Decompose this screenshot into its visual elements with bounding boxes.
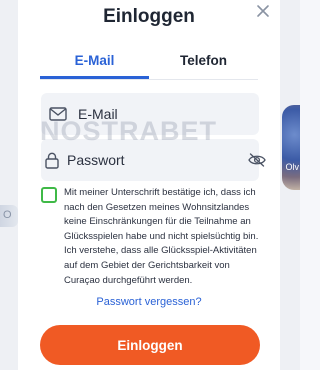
background-card-left: O xyxy=(0,205,18,227)
lock-icon xyxy=(45,152,59,169)
login-button[interactable]: Einloggen xyxy=(40,325,260,365)
background-card-right-label: Olv xyxy=(285,162,300,172)
password-field-container xyxy=(41,139,266,181)
close-icon xyxy=(257,5,269,17)
consent-checkbox[interactable] xyxy=(41,187,57,203)
eye-off-icon[interactable] xyxy=(248,153,266,167)
envelope-icon xyxy=(45,107,70,121)
email-field-container xyxy=(41,93,259,135)
forgot-password-link[interactable]: Passwort vergessen? xyxy=(18,296,280,308)
background-left xyxy=(0,0,18,370)
tab-phone[interactable]: Telefon xyxy=(149,50,258,79)
password-input[interactable] xyxy=(59,139,248,181)
consent-text: Mit meiner Unterschrift bestätige ich, d… xyxy=(64,187,259,286)
tab-email[interactable]: E-Mail xyxy=(40,50,149,79)
login-modal: Einloggen E-Mail Telefon E-Mail Mit mein… xyxy=(18,0,280,370)
close-button[interactable] xyxy=(254,2,272,20)
background-card-right: Olv xyxy=(282,105,300,190)
consent-row: Mit meiner Unterschrift bestätige ich, d… xyxy=(41,186,267,288)
email-input[interactable] xyxy=(70,93,259,135)
modal-title: Einloggen xyxy=(103,6,195,27)
login-tabs: E-Mail Telefon xyxy=(40,50,258,80)
background-card-left-label: O xyxy=(3,209,12,221)
